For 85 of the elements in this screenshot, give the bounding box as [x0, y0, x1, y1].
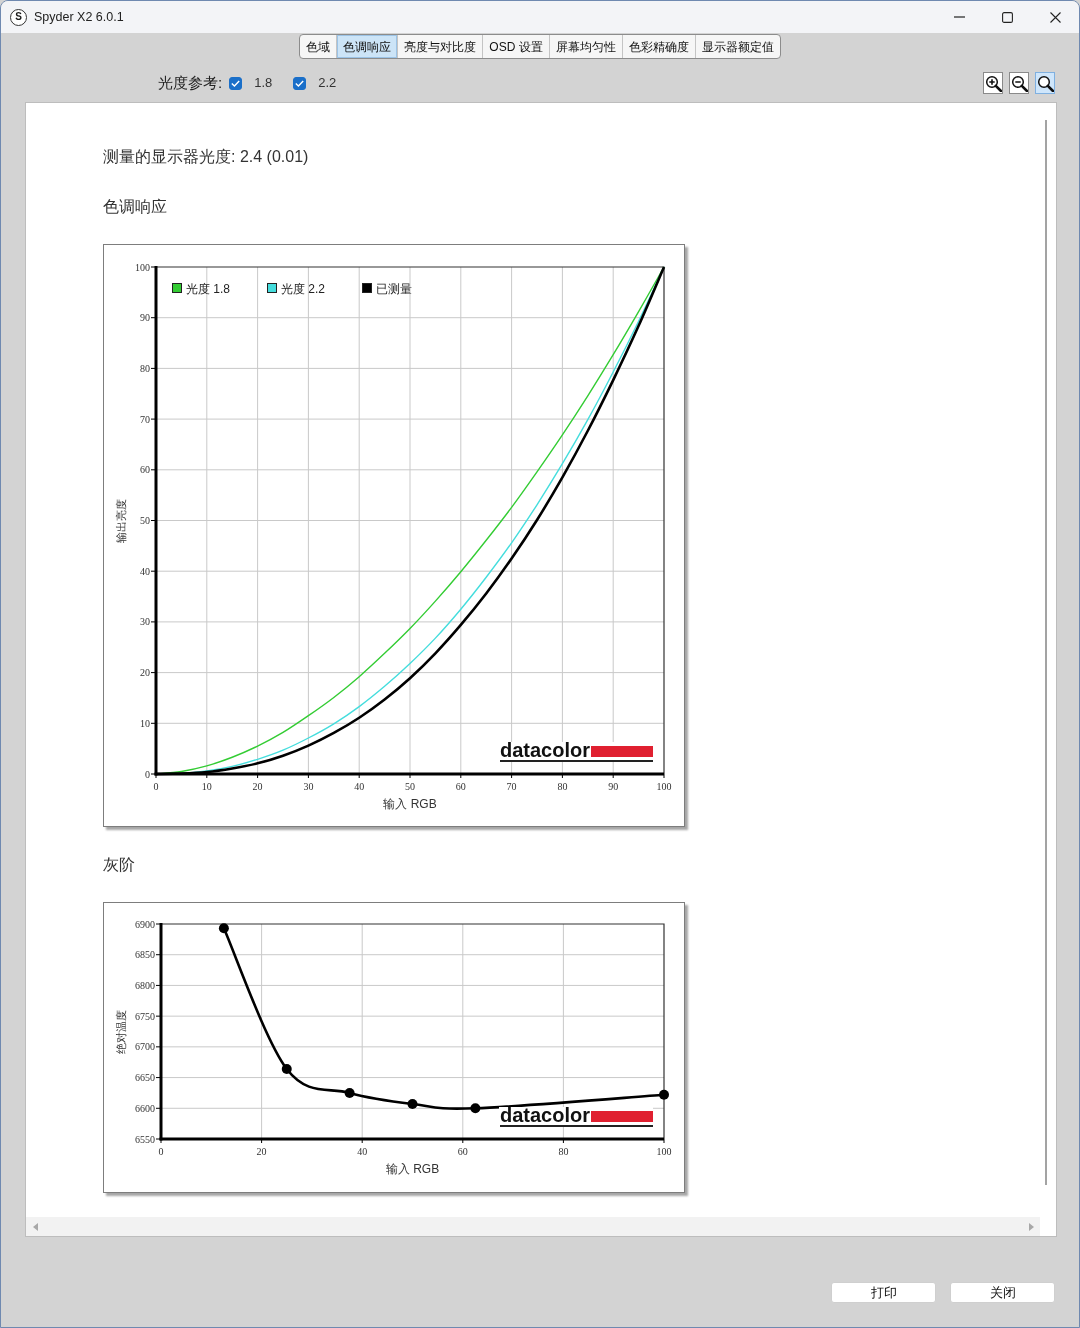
- checkbox-label: 2.2: [318, 74, 337, 93]
- axis-tick-label: 50: [140, 515, 150, 526]
- axis-tick-label: 70: [506, 781, 517, 792]
- tab[interactable]: 色调响应: [336, 35, 398, 58]
- axis-tick-label: 40: [354, 781, 365, 792]
- window-title: Spyder X2 6.0.1: [34, 8, 124, 26]
- checkmark-icon: [231, 79, 241, 87]
- zoom-out-button[interactable]: [1009, 72, 1029, 94]
- axis-tick-label: 6800: [135, 979, 155, 991]
- y-axis-title: 绝对温度: [115, 1009, 127, 1054]
- legend-label: 光度 2.2: [281, 282, 325, 296]
- tab[interactable]: 亮度与对比度: [397, 35, 483, 58]
- zoom-in-icon: [984, 74, 1002, 92]
- axis-tick-label: 80: [557, 781, 568, 792]
- axis-tick-label: 6600: [135, 1102, 155, 1114]
- axis-tick-label: 0: [145, 768, 150, 780]
- axis-tick-label: 40: [140, 565, 150, 577]
- axis-tick-label: 40: [357, 1146, 368, 1157]
- section-title: 灰阶: [103, 855, 136, 875]
- axis-tick-label: 6650: [135, 1072, 155, 1084]
- checkbox[interactable]: [229, 76, 243, 90]
- zoom-in-button[interactable]: [983, 72, 1003, 94]
- zoom-fit-button[interactable]: [1035, 72, 1055, 94]
- axis-tick-label: 10: [140, 717, 150, 729]
- tab[interactable]: 色彩精确度: [621, 35, 695, 58]
- checkbox-label: 1.8: [254, 74, 273, 93]
- axis-tick-label: 6900: [135, 918, 155, 930]
- data-point-marker: [407, 1099, 418, 1109]
- section-title: 色调响应: [103, 197, 168, 217]
- zoom-fit-icon: [1036, 74, 1054, 92]
- axis-tick-label: 6700: [135, 1041, 155, 1053]
- tab[interactable]: 显示器额定值: [694, 35, 780, 58]
- axis-tick-label: 6750: [135, 1010, 155, 1022]
- axis-tick-label: 100: [135, 261, 150, 273]
- axis-tick-label: 20: [140, 667, 150, 679]
- maximize-icon: [1001, 11, 1013, 23]
- dialog-button[interactable]: 打印: [831, 1282, 936, 1303]
- minimize-icon: [953, 16, 965, 18]
- axis-tick-label: 20: [252, 781, 263, 792]
- legend-label: 光度 1.8: [186, 282, 230, 296]
- measured-gamma-text: 测量的显示器光度: 2.4 (0.01): [103, 147, 310, 167]
- axis-tick-label: 20: [256, 1146, 267, 1157]
- legend-label: 已测量: [376, 282, 412, 296]
- axis-tick-label: 90: [608, 781, 619, 792]
- brand-logo: datacolor: [500, 739, 653, 762]
- app-logo: S: [10, 8, 27, 26]
- axis-tick-label: 60: [140, 464, 150, 476]
- tab[interactable]: 色域: [300, 35, 337, 58]
- scrollbar-thumb[interactable]: [1045, 120, 1047, 1185]
- axis-tick-label: 6850: [135, 949, 155, 961]
- dialog-button[interactable]: 关闭: [950, 1282, 1055, 1303]
- data-point-marker: [218, 923, 229, 934]
- axis-tick-label: 10: [201, 781, 212, 792]
- zoom-out-icon: [1010, 74, 1028, 92]
- axis-tick-label: 6550: [135, 1133, 155, 1145]
- data-point-marker: [344, 1087, 355, 1098]
- brand-logo: datacolor: [500, 1104, 653, 1127]
- axis-tick-label: 80: [140, 362, 150, 374]
- data-point-marker: [470, 1103, 481, 1114]
- axis-tick-label: 60: [457, 1146, 468, 1157]
- axis-tick-label: 70: [140, 413, 150, 425]
- axis-tick-label: 90: [140, 312, 150, 324]
- axis-tick-label: 60: [455, 781, 466, 792]
- axis-tick-label: 100: [656, 1146, 672, 1157]
- scroll-left-icon: [33, 1222, 38, 1231]
- tab[interactable]: OSD 设置: [482, 35, 549, 58]
- axis-tick-label: 0: [158, 1146, 164, 1157]
- close-icon: [1049, 11, 1061, 23]
- tab[interactable]: 屏幕均匀性: [548, 35, 622, 58]
- axis-tick-label: 0: [153, 781, 159, 792]
- axis-tick-label: 50: [405, 781, 415, 792]
- x-axis-title: 输入 RGB: [383, 797, 437, 811]
- axis-tick-label: 100: [656, 781, 672, 792]
- data-point-marker: [659, 1089, 669, 1100]
- horizontal-scrollbar[interactable]: [26, 1217, 1040, 1236]
- data-point-marker: [281, 1063, 292, 1074]
- y-axis-title: 输出亮度: [115, 498, 127, 543]
- x-axis-title: 输入 RGB: [385, 1162, 440, 1176]
- scroll-right-icon: [1029, 1222, 1034, 1231]
- axis-tick-label: 30: [303, 781, 314, 792]
- checkmark-icon: [295, 79, 305, 87]
- gamma-reference-label: 光度参考:: [158, 72, 223, 93]
- checkbox[interactable]: [293, 76, 307, 90]
- axis-tick-label: 80: [558, 1146, 569, 1157]
- axis-tick-label: 30: [140, 616, 150, 628]
